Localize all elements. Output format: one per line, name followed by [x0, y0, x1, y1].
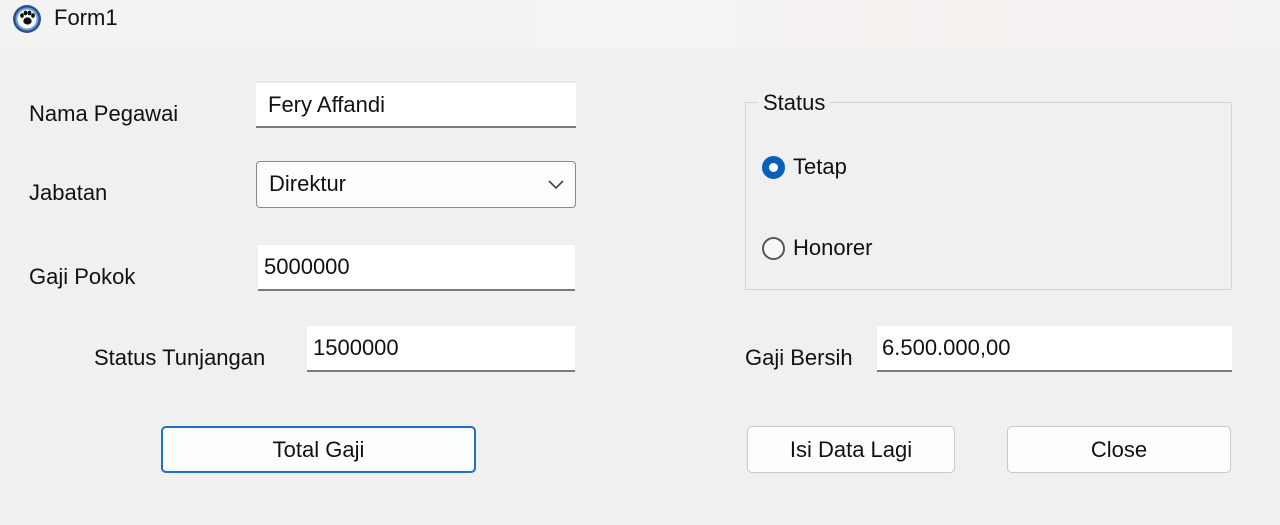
status-tunjangan-input[interactable]	[307, 326, 575, 372]
total-gaji-button[interactable]: Total Gaji	[161, 426, 476, 473]
jabatan-label: Jabatan	[29, 180, 108, 205]
gaji-pokok-label: Gaji Pokok	[29, 264, 136, 289]
radio-honorer[interactable]: Honorer	[762, 235, 872, 261]
jabatan-selected-value: Direktur	[269, 171, 347, 196]
chevron-down-icon	[548, 180, 564, 190]
radio-honorer-label: Honorer	[793, 235, 873, 260]
title-bar: Form1	[0, 0, 1280, 48]
radio-tetap[interactable]: Tetap	[762, 154, 847, 180]
nama-pegawai-label: Nama Pegawai	[29, 101, 179, 126]
status-tunjangan-label: Status Tunjangan	[94, 345, 266, 370]
radio-checked-icon[interactable]	[762, 155, 785, 179]
isi-data-lagi-button[interactable]: Isi Data Lagi	[747, 426, 955, 473]
gaji-bersih-output[interactable]	[877, 326, 1232, 372]
window-title: Form1	[54, 5, 118, 30]
status-group-title: Status	[758, 90, 831, 116]
gaji-pokok-input[interactable]	[258, 245, 575, 291]
gaji-bersih-label: Gaji Bersih	[745, 345, 853, 370]
status-groupbox	[745, 102, 1232, 290]
paw-icon	[13, 5, 41, 33]
jabatan-dropdown[interactable]: Direktur	[256, 161, 576, 208]
radio-unchecked-icon[interactable]	[762, 236, 785, 260]
radio-tetap-label: Tetap	[793, 154, 847, 179]
close-button[interactable]: Close	[1007, 426, 1231, 473]
nama-pegawai-input[interactable]	[256, 81, 576, 128]
